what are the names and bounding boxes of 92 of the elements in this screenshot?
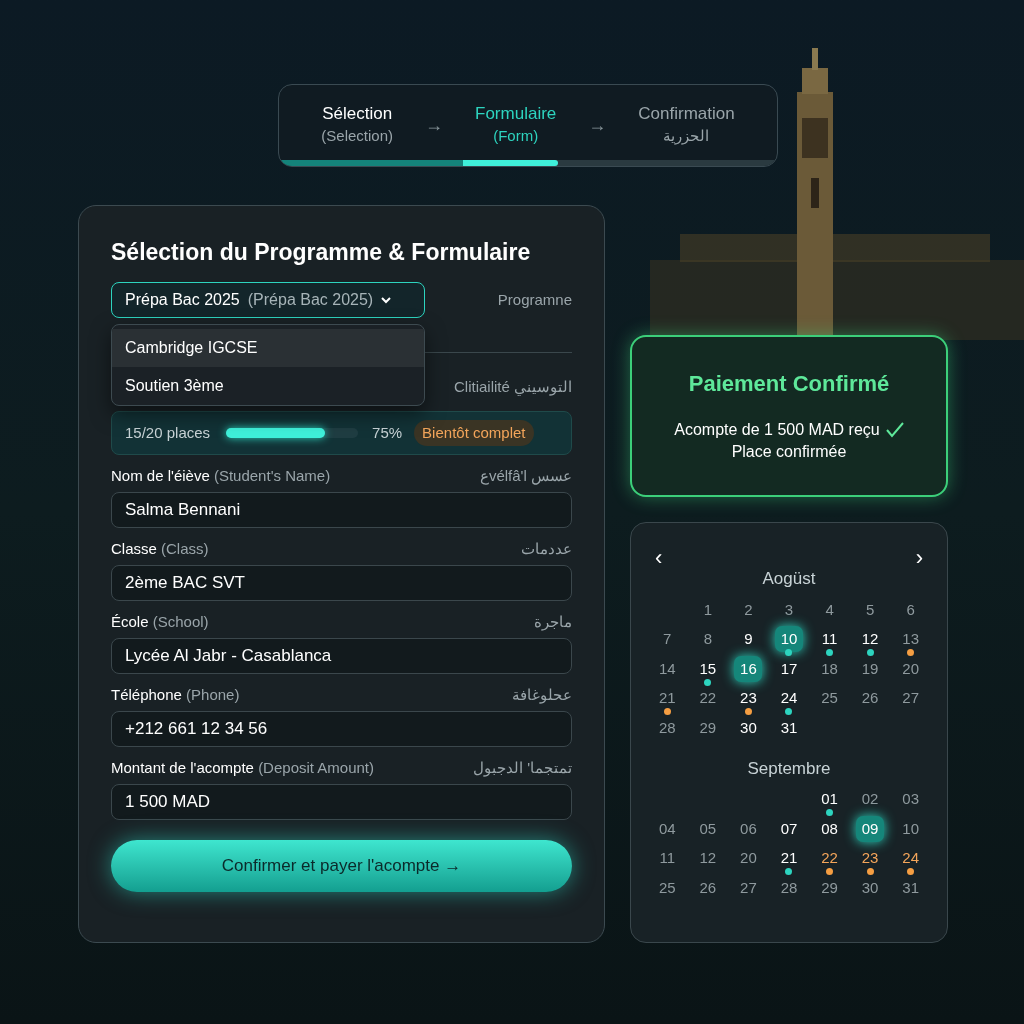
form-title: Sélection du Programme & Formulaire xyxy=(111,238,532,266)
check-icon xyxy=(885,422,904,438)
calendar-day[interactable]: 2 xyxy=(744,598,753,621)
calendar-day[interactable]: 1 xyxy=(703,598,712,621)
arrow-icon: → xyxy=(425,111,444,139)
calendar-day[interactable]: 04 xyxy=(658,817,676,840)
status-badge: Bientôt complet xyxy=(414,419,534,447)
calendar-day[interactable]: 16 xyxy=(734,655,763,682)
calendar-day[interactable]: 13 xyxy=(902,628,920,651)
calendar-day[interactable]: 28 xyxy=(780,876,798,899)
arabic-label: تمتجما' الدجبول xyxy=(472,757,572,779)
text-field[interactable]: 2ème BAC SVT xyxy=(111,565,572,601)
dropdown-option[interactable]: Soutien 3ème xyxy=(112,367,424,405)
arabic-label: عددمات xyxy=(521,538,572,559)
field-label: Classe (Class) xyxy=(111,538,209,559)
previous-button[interactable]: ‹ xyxy=(655,547,663,569)
calendar-day[interactable]: 20 xyxy=(740,847,757,870)
calendar-day[interactable]: 24 xyxy=(780,687,798,710)
program-label: Programne xyxy=(497,289,572,310)
calendar-day[interactable]: 18 xyxy=(821,657,838,680)
calendar-day[interactable]: 5 xyxy=(865,598,875,621)
calendar-day[interactable]: 23 xyxy=(861,847,879,870)
month-title: Aogüst xyxy=(761,568,817,590)
calendar-day[interactable]: 28 xyxy=(658,716,676,739)
percent-text: 75% xyxy=(372,422,403,443)
text-field[interactable]: Salma Bennani xyxy=(111,492,572,528)
calendar-day[interactable]: 01 xyxy=(821,788,838,811)
calendar-day[interactable]: 10 xyxy=(775,626,803,653)
calendar-day[interactable]: 12 xyxy=(861,628,879,651)
calendar-day[interactable]: 14 xyxy=(658,657,676,680)
arabic-label: ماجرة xyxy=(534,611,572,633)
arabic-label: عvélfâ'l عسس xyxy=(479,465,572,487)
calendar-day[interactable]: 10 xyxy=(902,817,920,840)
calendar-day[interactable]: 22 xyxy=(699,687,717,710)
calendar-day[interactable]: 26 xyxy=(699,876,717,899)
calendar-day[interactable]: 25 xyxy=(658,876,676,899)
month-title: Septembre xyxy=(746,757,832,780)
next-button[interactable]: › xyxy=(915,547,923,569)
calendar-day[interactable]: 22 xyxy=(821,847,838,870)
calendar-day[interactable]: 11 xyxy=(821,628,838,651)
calendar-day[interactable]: 23 xyxy=(740,687,757,710)
calendar-day[interactable]: 05 xyxy=(699,817,717,840)
payment-title: Paiement Confirmé xyxy=(688,370,890,398)
step-tab[interactable]: Formulaire (Form) xyxy=(467,103,565,147)
field-label: Montant de l'acompte (Deposit Amount) xyxy=(111,757,374,778)
field-label: Clitiailité التوسيني xyxy=(454,378,572,395)
calendar-day[interactable]: 15 xyxy=(699,657,717,680)
calendar-day[interactable]: 12 xyxy=(699,847,717,870)
calendar-day[interactable]: 11 xyxy=(659,847,676,870)
calendar-day[interactable]: 09 xyxy=(856,815,885,842)
calendar-day[interactable]: 31 xyxy=(780,716,798,739)
calendar-day[interactable]: 02 xyxy=(861,788,879,811)
arabic-label: عحلوغافة xyxy=(512,684,572,706)
calendar-day[interactable]: 27 xyxy=(902,687,920,710)
calendar-day[interactable]: 3 xyxy=(784,598,794,621)
text-field[interactable]: 1 500 MAD xyxy=(111,784,572,820)
calendar-day[interactable]: 17 xyxy=(780,657,798,680)
calendar-day[interactable]: 07 xyxy=(780,817,798,840)
calendar-day[interactable]: 6 xyxy=(906,598,915,621)
calendar-day[interactable]: 9 xyxy=(744,628,753,651)
step-tab[interactable]: Sélection (Selection) xyxy=(313,103,402,147)
field-label: Nom de l'éiève (Student's Name) xyxy=(111,465,331,486)
calendar-day[interactable]: 21 xyxy=(658,687,676,710)
text-field[interactable]: +212 661 12 34 56 xyxy=(111,711,572,747)
calendar-day[interactable]: 08 xyxy=(821,817,838,840)
calendar-day[interactable]: 19 xyxy=(861,657,879,680)
calendar-day[interactable]: 21 xyxy=(780,847,798,870)
calendar-day[interactable]: 29 xyxy=(699,716,717,739)
calendar-day[interactable]: 4 xyxy=(825,598,834,621)
calendar-day[interactable]: 24 xyxy=(902,847,920,870)
payment-message: Acompte de 1 500 MAD reçu xyxy=(674,420,880,440)
payment-message: Place confirmée xyxy=(731,442,847,462)
arrow-icon: → xyxy=(588,111,607,139)
calendar-day[interactable]: 8 xyxy=(703,628,712,651)
text-field[interactable]: Lycée Al Jabr - Casablanca xyxy=(111,638,572,674)
calendar-day[interactable]: 30 xyxy=(740,716,757,739)
field-label: Téléphone (Phone) xyxy=(111,684,240,705)
field-label: École (School) xyxy=(111,611,209,632)
calendar-day[interactable]: 27 xyxy=(740,876,757,899)
calendar-day[interactable]: 7 xyxy=(663,628,672,651)
program-select[interactable]: Prépa Bac 2025 (Prépa Bac 2025) xyxy=(111,282,425,318)
calendar-day[interactable]: 03 xyxy=(902,788,920,811)
calendar-day[interactable]: 26 xyxy=(861,687,879,710)
dropdown-option[interactable]: Cambridge IGCSE xyxy=(112,329,424,367)
calendar-day[interactable]: 29 xyxy=(821,876,838,899)
calendar-day[interactable]: 20 xyxy=(902,657,920,680)
calendar-day[interactable]: 31 xyxy=(902,876,920,899)
calendar-day[interactable]: 25 xyxy=(821,687,838,710)
calendar-day[interactable]: 30 xyxy=(861,876,879,899)
places-count: 15/20 places xyxy=(125,422,211,443)
calendar-day[interactable]: 06 xyxy=(740,817,757,840)
submit-button[interactable]: Confirmer et payer l'acompte → xyxy=(111,840,572,892)
